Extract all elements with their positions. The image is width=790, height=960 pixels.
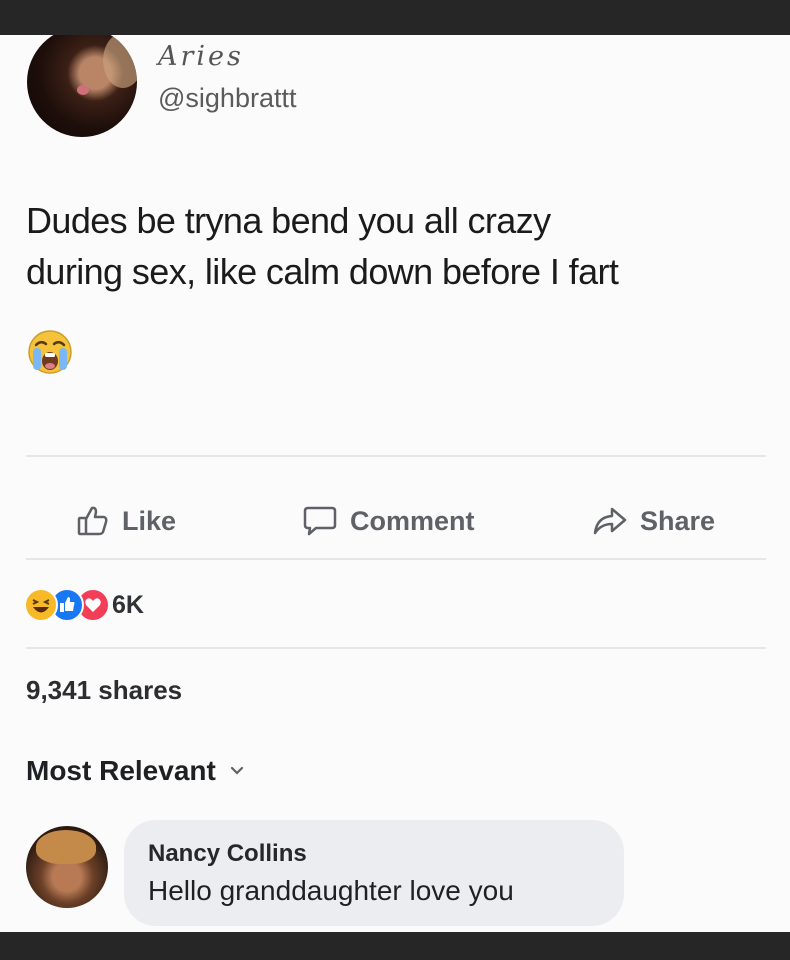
share-label: Share — [640, 505, 716, 536]
post-text: Dudes be tryna bend you all crazy during… — [26, 195, 786, 297]
thumbs-up-icon — [77, 506, 108, 536]
share-arrow-icon — [593, 507, 627, 535]
avatar-face-detail — [77, 85, 89, 95]
sort-label: Most Relevant — [26, 755, 216, 786]
bottom-dark-bar — [0, 932, 790, 960]
chevron-down-icon — [230, 766, 243, 775]
shares-count[interactable]: 9,341 shares — [26, 675, 182, 706]
comment-label: Comment — [350, 505, 475, 536]
comment-bubble: Nancy Collins Hello granddaughter love y… — [124, 820, 624, 926]
reaction-count[interactable]: 6K — [112, 591, 144, 620]
comment-text: Hello granddaughter love you — [148, 875, 514, 906]
avatar-hair-detail — [36, 830, 96, 864]
post-text-line-2: during sex, like calm down before I fart — [26, 251, 619, 292]
poster-avatar[interactable] — [27, 35, 137, 137]
facebook-post-card: Aries @sighbrattt Dudes be tryna bend yo… — [0, 35, 790, 932]
top-dark-bar — [0, 0, 790, 35]
loudly-crying-face-icon — [28, 330, 72, 374]
comment-button[interactable]: Comment — [302, 503, 475, 539]
divider-top — [26, 455, 766, 457]
commenter-name[interactable]: Nancy Collins — [148, 840, 307, 868]
tweet-display-name: Aries — [158, 41, 244, 72]
haha-reaction-icon — [24, 588, 58, 622]
divider-actions — [26, 558, 766, 560]
divider-reactions — [26, 647, 766, 649]
comment-bubble-icon — [303, 506, 337, 536]
share-button[interactable]: Share — [592, 503, 715, 539]
like-button[interactable]: Like — [76, 503, 176, 539]
tweet-handle: @sighbrattt — [158, 83, 297, 113]
avatar-background-light — [103, 35, 137, 88]
comment-sort-dropdown[interactable]: Most Relevant — [26, 755, 244, 787]
post-text-line-1: Dudes be tryna bend you all crazy — [26, 200, 551, 241]
like-label: Like — [122, 505, 177, 536]
commenter-avatar[interactable] — [26, 826, 108, 908]
